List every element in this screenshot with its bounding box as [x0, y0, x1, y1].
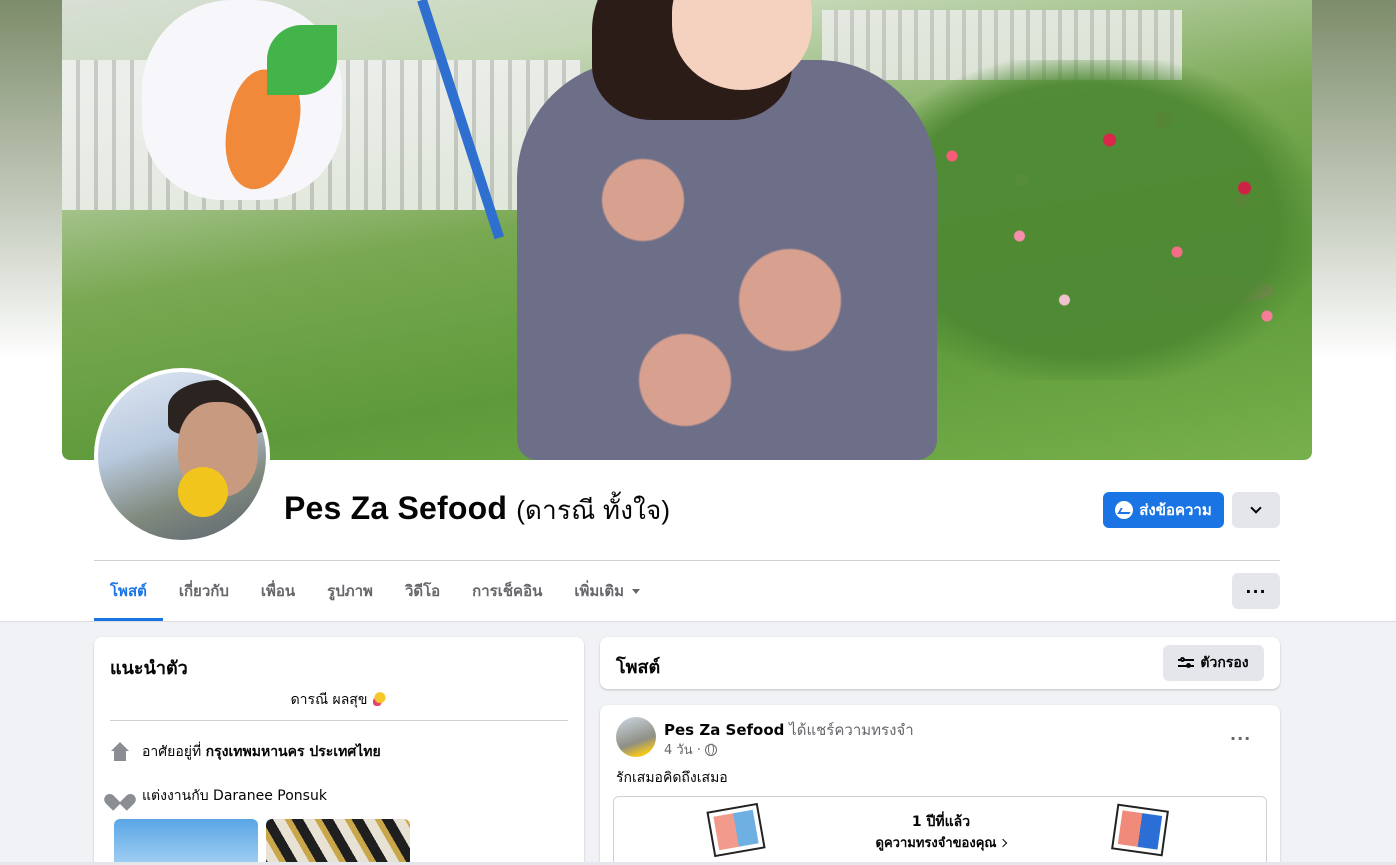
tab-about[interactable]: เกี่ยวกับ: [163, 561, 245, 621]
post-action: ได้แชร์ความทรงจำ: [789, 721, 914, 739]
tab-label: เกี่ยวกับ: [178, 582, 229, 600]
cover-leaf: [267, 25, 337, 95]
tab-label: เพิ่มเติม: [574, 582, 625, 600]
married-to-text: แต่งงานกับ Daranee Ponsuk: [142, 785, 327, 807]
posts-title: โพสต์: [616, 657, 661, 678]
lives-in-place[interactable]: กรุงเทพมหานคร ประเทศไทย: [206, 744, 381, 760]
filter-label: ตัวกรอง: [1200, 655, 1249, 671]
tab-more[interactable]: เพิ่มเติม: [558, 561, 656, 621]
slider-knob: [1186, 663, 1192, 668]
posts-header-card: โพสต์ ตัวกรอง: [600, 637, 1280, 689]
cover-child: [517, 60, 937, 460]
post-options-button[interactable]: ...: [1230, 725, 1251, 744]
intro-divider: [110, 720, 568, 721]
post-text: รักเสมอคิดถึงเสมอ: [616, 770, 728, 786]
profile-name: Pes Za Sefood (ดารณี ทั้งใจ): [284, 490, 670, 531]
tab-label: โพสต์: [110, 582, 147, 600]
tab-checkins[interactable]: การเช็คอิน: [456, 561, 558, 621]
post-timestamp[interactable]: 4 วัน ·: [664, 739, 701, 760]
tab-friends[interactable]: เพื่อน: [245, 561, 311, 621]
tab-posts[interactable]: โพสต์: [94, 561, 163, 621]
profile-alt-name: (ดารณี ทั้งใจ): [516, 495, 671, 525]
heart-icon: [110, 787, 130, 805]
messenger-icon: [1115, 501, 1134, 519]
tab-photos[interactable]: รูปภาพ: [311, 561, 389, 621]
globe-icon: [704, 743, 717, 756]
profile-options-button[interactable]: [1232, 492, 1280, 528]
lives-in-prefix: อาศัยอยู่ที่: [142, 744, 202, 760]
tab-label: รูปภาพ: [327, 582, 373, 600]
tab-label: เพื่อน: [260, 582, 296, 600]
intro-title: แนะนำตัว: [110, 658, 188, 679]
filter-button[interactable]: ตัวกรอง: [1163, 645, 1264, 681]
featured-photo[interactable]: [266, 819, 410, 865]
home-icon: [110, 742, 130, 762]
intro-bio-text: ดารณี ผลสุข: [290, 692, 368, 708]
memory-title: 1 ปีที่แล้ว: [911, 814, 971, 830]
chevron-down-icon: [1250, 502, 1262, 514]
tab-label: การเช็คอิน: [472, 582, 543, 600]
avatar-flower: [178, 467, 228, 517]
intro-lives-in: อาศัยอยู่ที่ กรุงเทพมหานคร ประเทศไทย: [110, 741, 381, 763]
post-meta: 4 วัน ·: [664, 739, 717, 760]
memory-link-text: ดูความทรงจำของคุณ: [875, 836, 997, 851]
intro-married-to: แต่งงานกับ Daranee Ponsuk: [110, 785, 327, 807]
tab-videos[interactable]: วิดีโอ: [389, 561, 456, 621]
slider-knob: [1180, 657, 1186, 662]
post-author-name[interactable]: Pes Za Sefood: [664, 721, 784, 739]
memory-card[interactable]: 1 ปีที่แล้ว ดูความทรงจำของคุณ: [613, 796, 1267, 865]
header-bottom-border: [0, 621, 1396, 622]
tab-label: วิดีโอ: [404, 582, 441, 600]
profile-avatar-image: [98, 372, 266, 540]
more-dots-icon: ...: [1245, 578, 1267, 597]
intro-bio: ดารณี ผลสุข: [94, 689, 584, 711]
memory-link[interactable]: ดูความทรงจำของคุณ: [614, 832, 1268, 853]
post-author-avatar[interactable]: [616, 717, 656, 757]
featured-photo[interactable]: [114, 819, 258, 865]
send-message-button[interactable]: ส่งข้อความ: [1103, 492, 1224, 528]
filter-sliders-icon: [1178, 657, 1195, 669]
post-card: Pes Za Sefood ได้แชร์ความทรงจำ 4 วัน · .…: [600, 705, 1280, 865]
profile-tabs: โพสต์ เกี่ยวกับ เพื่อน รูปภาพ วิดีโอ การ…: [94, 561, 656, 621]
profile-avatar[interactable]: [94, 368, 270, 544]
tabs-more-button[interactable]: ...: [1232, 573, 1280, 609]
chevron-right-icon: [999, 838, 1008, 848]
flower-emoji-icon: [373, 692, 388, 706]
married-to-prefix: แต่งงานกับ: [142, 788, 209, 804]
intro-card: แนะนำตัว ดารณี ผลสุข อาศัยอยู่ที่ กรุงเท…: [94, 637, 584, 865]
lives-in-text: อาศัยอยู่ที่ กรุงเทพมหานคร ประเทศไทย: [142, 741, 381, 763]
profile-name-text: Pes Za Sefood: [284, 490, 508, 526]
caret-down-icon: [632, 588, 641, 594]
send-message-label: ส่งข้อความ: [1139, 501, 1212, 519]
married-to-name[interactable]: Daranee Ponsuk: [213, 788, 327, 804]
